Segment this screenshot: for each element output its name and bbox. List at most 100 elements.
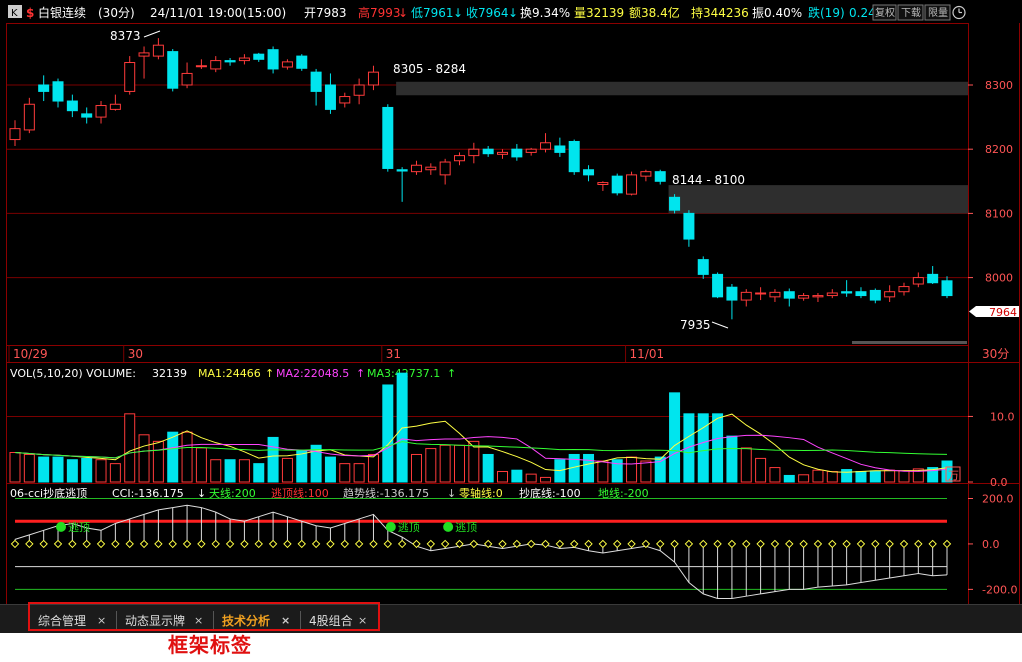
download-button-label[interactable]: 下载 (901, 7, 921, 19)
cci-tick-label: 200.0 (982, 492, 1014, 505)
candle-body (439, 161, 451, 176)
candle-body (367, 71, 379, 86)
cci-tick-label: -200.0 (982, 583, 1017, 596)
open-value: 开7983 (304, 6, 347, 20)
candle-body (324, 84, 336, 110)
vol-bar (152, 440, 164, 483)
cci-tick-label: 0.0 (982, 538, 1000, 551)
last-price-label: 7964 (989, 306, 1017, 319)
escape-signal-dot (385, 521, 396, 532)
vol-bar (540, 476, 552, 483)
vol-title-label: VOL(5,10,20) VOLUME: (10, 367, 136, 380)
vol-bar (583, 453, 595, 483)
limit-button-label[interactable]: 限量 (928, 7, 948, 19)
candle-body (109, 103, 121, 110)
candle-body (697, 259, 709, 275)
vol-bar (798, 474, 810, 483)
vol-tick-label: 10.0 (990, 410, 1015, 423)
volume-value: 量32139 (574, 6, 624, 20)
candle-body (152, 44, 164, 57)
candle (167, 49, 179, 92)
candle-body (296, 55, 308, 69)
candle-body (941, 280, 953, 297)
vol-bar (167, 431, 179, 483)
vol-bar (439, 444, 451, 483)
fq-button-label[interactable]: 复权 (875, 6, 895, 19)
vol-bar (497, 471, 509, 483)
price-zone (668, 185, 968, 214)
vol-bar (869, 470, 881, 483)
vol-bar (253, 463, 265, 483)
escape-signal-label: 逃顶 (455, 521, 477, 534)
amplitude-value: 振0.40% (752, 6, 802, 20)
vol-bar (726, 435, 738, 483)
candle-body (66, 100, 78, 112)
candle-body (210, 60, 222, 70)
candle-body (224, 60, 236, 63)
k-icon[interactable]: K (11, 8, 18, 19)
frame-tab-highlight (28, 602, 380, 631)
position-value: 持344236 (691, 5, 749, 20)
candle-body (755, 292, 767, 295)
vol-bar (482, 453, 494, 483)
candle (296, 54, 308, 71)
candle (626, 171, 638, 196)
vol-ma2-value: MA2:22048.5 (276, 367, 349, 380)
frame-tab-annotation: 框架标签 (168, 633, 252, 657)
candle-body (869, 289, 881, 301)
vol-bar (410, 453, 422, 483)
zone2-label: 8144 - 8100 (672, 173, 745, 187)
candle-body (353, 84, 365, 96)
candle (568, 139, 580, 175)
candle-body (740, 291, 752, 301)
vol-bar (740, 447, 752, 483)
change-value: 跌(19) (808, 5, 845, 20)
candle-body (410, 164, 422, 173)
candle-body (554, 145, 566, 153)
vol-ma3-arrow-icon: ↑ (447, 367, 456, 380)
candle-body (912, 277, 924, 285)
candle-body (855, 291, 867, 297)
candle-body (453, 155, 465, 162)
candle-body (253, 53, 265, 60)
vol-bar (95, 459, 107, 483)
vol-bar (826, 471, 838, 483)
low-mark-label: 7935 (680, 318, 711, 332)
vol-bar (841, 469, 853, 483)
datetime: 24/11/01 19:00(15:00) (150, 6, 286, 20)
candle-body (310, 71, 322, 92)
vol-bar (712, 413, 724, 483)
candle-body (511, 148, 523, 158)
date-tick-label: 30 (128, 347, 143, 361)
vol-bar (382, 384, 394, 483)
vol-bar (23, 453, 35, 483)
candle-body (769, 291, 781, 298)
escape-signal-label: 逃顶 (398, 521, 420, 534)
vol-ma1-arrow-icon: ↑ (265, 367, 274, 380)
candle (267, 46, 279, 74)
candle-body (783, 291, 795, 299)
vol-bar (884, 469, 896, 483)
vol-bar (267, 436, 279, 483)
instrument-name: 白银连续 (38, 5, 86, 20)
price-tick-label: 8000 (985, 272, 1013, 285)
low-arrow-icon: ↓ (453, 6, 463, 20)
candle (611, 173, 623, 196)
candle (382, 104, 394, 172)
zone1-label: 8305 - 8284 (393, 62, 466, 76)
escape-signal-dot (56, 521, 67, 532)
candle-body (568, 140, 580, 173)
vol-bar (855, 471, 867, 483)
candle-body (597, 182, 609, 186)
cci-chaodi: 抄底线:-100 (519, 486, 581, 500)
cci-tianxian: 天线:200 (209, 486, 256, 500)
candle-body (683, 212, 695, 240)
vol-bar (52, 456, 64, 483)
vol-bar (9, 452, 21, 483)
vol-bar (597, 460, 609, 483)
price-tick-label: 8200 (985, 143, 1013, 156)
vol-tick-label: 0.0 (990, 476, 1008, 489)
candle-body (181, 72, 193, 86)
vol-bar (453, 444, 465, 483)
candle-body (167, 51, 179, 89)
